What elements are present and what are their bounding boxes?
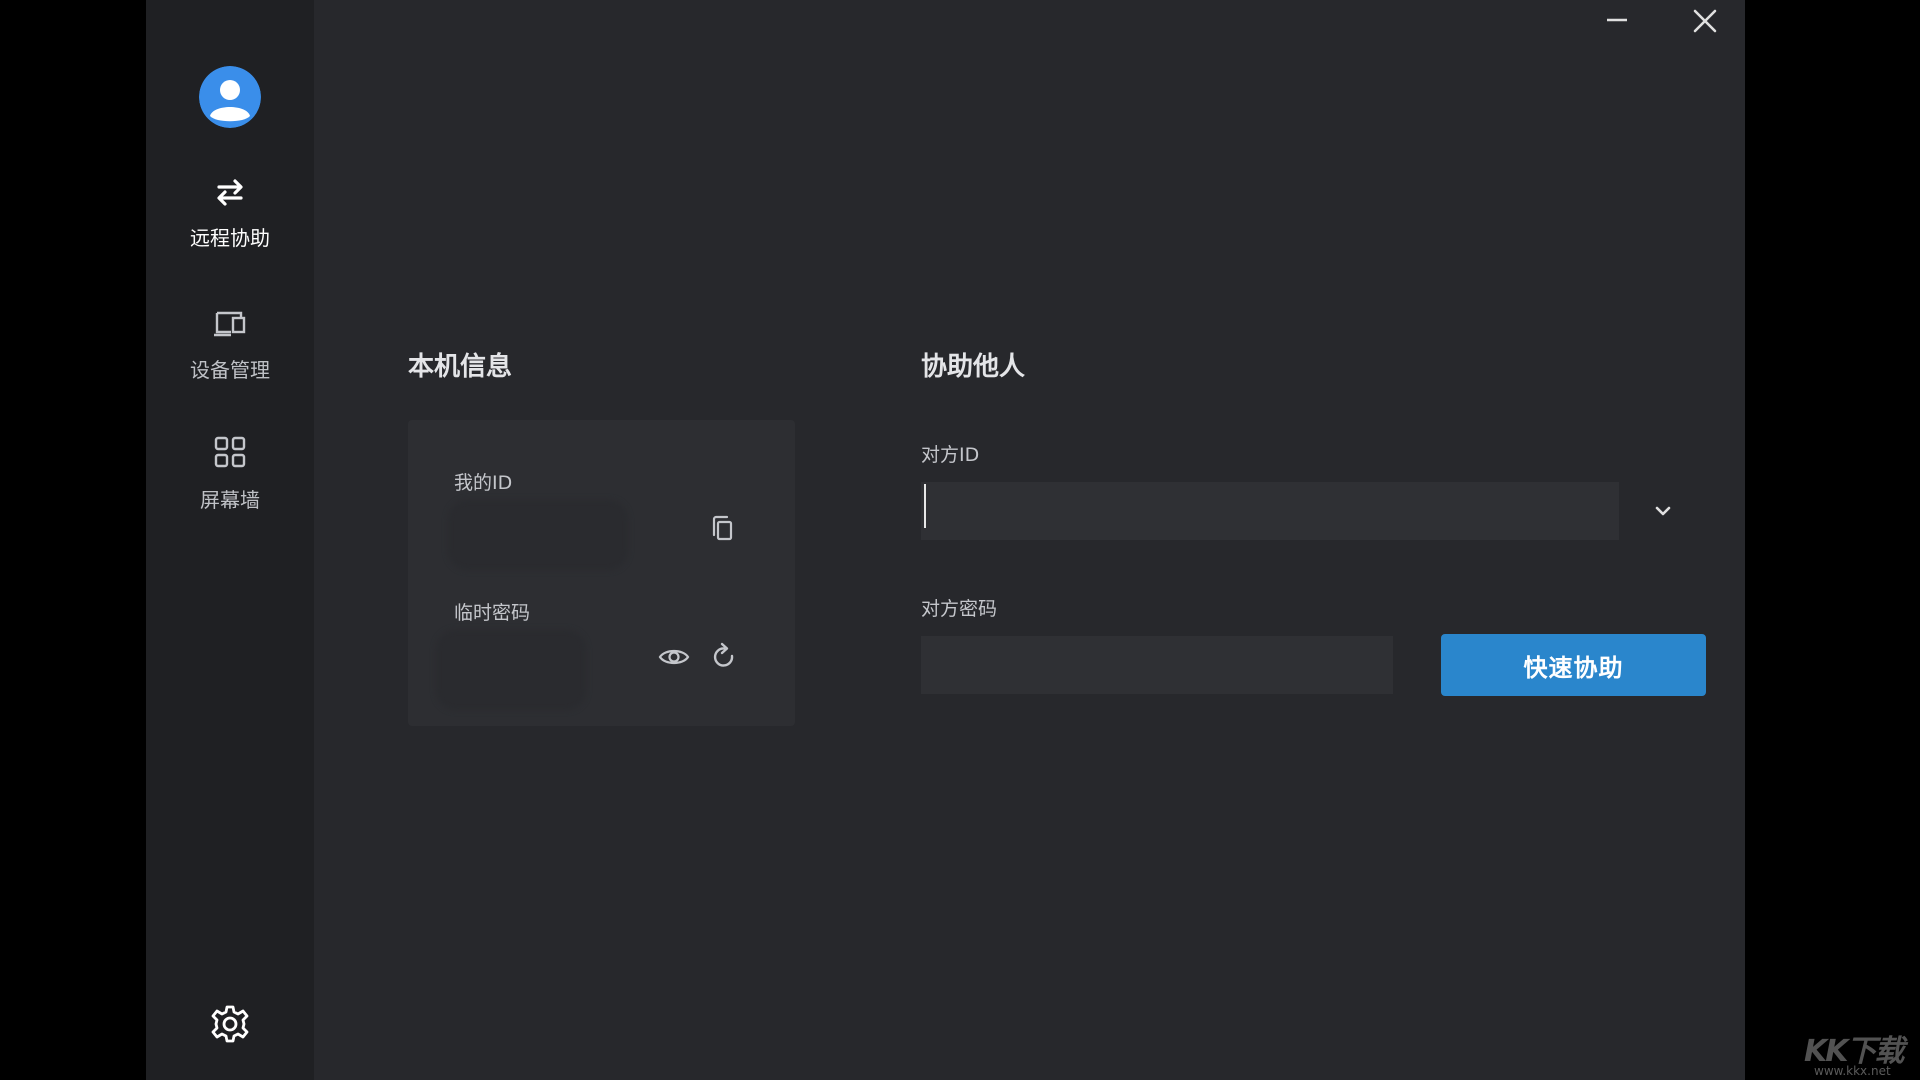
watermark: KK下载 www.kkx.net xyxy=(1800,1026,1918,1078)
sidebar-item-device-management[interactable]: 设备管理 xyxy=(146,304,314,400)
local-info-title: 本机信息 xyxy=(408,352,513,382)
quick-assist-button[interactable]: 快速协助 xyxy=(1441,634,1706,696)
watermark-url: www.kkx.net xyxy=(1814,1064,1891,1078)
app-window: 远程协助 设备管理 屏幕墙 本机信息 我的ID 临时密码 协助他人 对方ID 对… xyxy=(146,0,1745,1080)
my-id-label: 我的ID xyxy=(454,472,513,494)
sidebar-item-label: 屏幕墙 xyxy=(200,488,260,512)
refresh-icon[interactable] xyxy=(707,640,741,674)
eye-icon[interactable] xyxy=(657,640,691,674)
minimize-icon[interactable] xyxy=(1597,2,1637,42)
close-icon[interactable] xyxy=(1685,2,1725,42)
my-id-value-masked xyxy=(448,500,628,570)
sidebar: 远程协助 设备管理 屏幕墙 xyxy=(146,0,314,1080)
sidebar-item-remote-assist[interactable]: 远程协助 xyxy=(146,172,314,268)
temp-password-label: 临时密码 xyxy=(454,602,531,624)
screen: 远程协助 设备管理 屏幕墙 本机信息 我的ID 临时密码 协助他人 对方ID 对… xyxy=(0,0,1920,1080)
sidebar-item-screen-wall[interactable]: 屏幕墙 xyxy=(146,434,314,530)
assist-title: 协助他人 xyxy=(921,352,1026,382)
sidebar-item-label: 设备管理 xyxy=(190,358,270,382)
copy-icon[interactable] xyxy=(706,512,740,546)
swap-arrows-icon xyxy=(210,172,250,212)
devices-icon xyxy=(210,304,250,344)
sidebar-item-label: 远程协助 xyxy=(190,226,270,250)
peer-id-label: 对方ID xyxy=(921,444,980,466)
peer-id-input[interactable] xyxy=(921,482,1619,540)
grid-icon xyxy=(210,434,250,474)
user-avatar-icon[interactable] xyxy=(199,66,261,128)
local-info-card: 我的ID 临时密码 xyxy=(408,420,795,726)
peer-password-input[interactable] xyxy=(921,636,1393,694)
temp-password-value-masked xyxy=(436,630,586,710)
gear-icon[interactable] xyxy=(208,1002,252,1046)
chevron-down-icon[interactable] xyxy=(1646,494,1680,528)
text-caret xyxy=(924,484,926,528)
peer-password-label: 对方密码 xyxy=(921,598,998,620)
